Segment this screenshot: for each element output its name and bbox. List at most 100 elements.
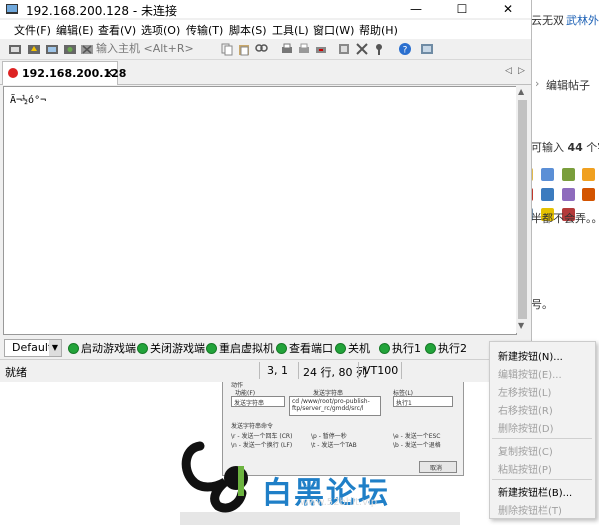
green-circle-icon — [206, 343, 217, 354]
connect-icon[interactable] — [8, 42, 22, 56]
status-cursor-pos: 3, 1 — [267, 364, 288, 377]
button-bar-select[interactable]: Default ▼ — [4, 339, 62, 357]
ctx-copy-button[interactable]: 复制按钮(C) — [498, 443, 553, 458]
reconnect-icon[interactable] — [63, 42, 77, 56]
dropdown-arrow-icon[interactable]: ▼ — [49, 340, 61, 356]
menu-tools[interactable]: 工具(L) — [272, 22, 309, 38]
global-options-icon[interactable] — [355, 42, 369, 56]
title-bar[interactable]: 192.168.200.128 - 未连接 — ☐ ✕ — [0, 0, 531, 18]
button-start-game[interactable]: 启动游戏端 — [68, 340, 136, 355]
status-bar: 就绪 3, 1 24 行, 80 列 VT100 — [0, 359, 531, 381]
ctx-move-right[interactable]: 右移按钮(R) — [498, 402, 553, 417]
disconnect-icon[interactable] — [80, 42, 94, 56]
terminal-area[interactable]: Ã¬½ó°¬ — [3, 86, 517, 335]
session-options-icon[interactable] — [337, 42, 351, 56]
bg-top-link[interactable]: 武林外传 — [566, 12, 599, 28]
bg-line-1: 半都不会弄。。 — [531, 212, 599, 225]
bg-input-hint: 可输入 44 个字符 — [531, 141, 599, 154]
button-bar-select-value: Default — [12, 341, 53, 354]
connect-tab-icon[interactable] — [45, 42, 59, 56]
button-exec-2[interactable]: 执行2 — [425, 340, 467, 355]
quick-connect-icon[interactable] — [27, 42, 41, 56]
button-shutdown[interactable]: 关机 — [335, 340, 370, 355]
scrollbar-thumb[interactable] — [518, 100, 527, 319]
securecrt-window: 192.168.200.128 - 未连接 — ☐ ✕ 文件(F) 编辑(E) … — [0, 0, 532, 382]
status-divider — [259, 362, 260, 379]
bg-line-2: 号。 — [531, 298, 553, 311]
ctx-move-left[interactable]: 左移按钮(L) — [498, 384, 551, 399]
window-title: 192.168.200.128 - 未连接 — [26, 4, 178, 18]
status-divider — [401, 362, 402, 379]
menu-bar: 文件(F) 编辑(E) 查看(V) 选项(O) 传输(T) 脚本(S) 工具(L… — [0, 20, 531, 39]
status-terminal-type: VT100 — [363, 364, 399, 377]
button-stop-game[interactable]: 关闭游戏端 — [137, 340, 205, 355]
paste-icon[interactable] — [237, 42, 251, 56]
bg-color-icon[interactable] — [582, 168, 596, 181]
ctx-separator — [492, 438, 592, 439]
ctx-separator — [492, 479, 592, 480]
copy-icon[interactable] — [220, 42, 234, 56]
green-circle-icon — [68, 343, 79, 354]
menu-view[interactable]: 查看(V) — [98, 22, 136, 38]
button-view-ports[interactable]: 查看端口 — [276, 340, 333, 355]
find-icon[interactable] — [254, 42, 268, 56]
chevron-right-icon: › — [535, 77, 540, 90]
watermark-url: www.52bhlt.vip — [300, 497, 378, 508]
maximize-button[interactable]: ☐ — [439, 0, 485, 18]
help-icon[interactable]: ? — [398, 42, 412, 56]
ctx-paste-button[interactable]: 粘贴按钮(P) — [498, 461, 552, 476]
disconnected-icon — [8, 68, 18, 78]
ctx-new-button[interactable]: 新建按钮(N)... — [498, 348, 563, 363]
shot-label-box: 执行1 — [393, 396, 453, 407]
app-icon — [6, 4, 18, 14]
menu-help[interactable]: 帮助(H) — [359, 22, 398, 38]
quote-icon[interactable] — [561, 188, 575, 201]
list-icon[interactable] — [540, 188, 554, 201]
print-icon[interactable] — [280, 42, 294, 56]
green-circle-icon — [379, 343, 390, 354]
menu-edit[interactable]: 编辑(E) — [56, 22, 94, 38]
print-setup-icon[interactable] — [297, 42, 311, 56]
shot-string-box: cd /www/root/pro-publish-ftp/server_rc/g… — [289, 396, 381, 416]
scroll-down-icon[interactable]: ▼ — [518, 321, 524, 330]
keymap-icon[interactable] — [372, 42, 386, 56]
bg-bottom-strip — [180, 512, 460, 525]
tab-bar: 192.168.200.128 ✕ ◁ ▷ — [0, 60, 531, 85]
ctx-new-button-bar[interactable]: 新建按钮栏(B)... — [498, 484, 572, 499]
tab-session[interactable]: 192.168.200.128 ✕ — [2, 61, 126, 85]
tab-close-icon[interactable]: ✕ — [104, 66, 114, 80]
sftp-icon[interactable] — [420, 42, 434, 56]
toolbar: 输入主机 <Alt+R> ? — [0, 39, 531, 60]
print-screen-icon[interactable] — [314, 42, 328, 56]
menu-window[interactable]: 窗口(W) — [313, 22, 354, 38]
table-icon[interactable] — [561, 168, 575, 181]
green-circle-icon — [276, 343, 287, 354]
shot-cancel-button: 取消 — [419, 461, 457, 473]
button-bar-context-menu: 新建按钮(N)... 编辑按钮(E)... 左移按钮(L) 右移按钮(R) 删除… — [489, 341, 596, 519]
format-icon[interactable] — [540, 168, 554, 181]
bg-breadcrumb[interactable]: 编辑帖子 — [546, 77, 590, 93]
host-input[interactable]: 输入主机 <Alt+R> — [96, 42, 210, 56]
ctx-edit-button[interactable]: 编辑按钮(E)... — [498, 366, 562, 381]
close-button[interactable]: ✕ — [485, 0, 531, 18]
button-bar: Default ▼ 启动游戏端 关闭游戏端 重启虚拟机 查看端口 关机 执行1 … — [0, 337, 531, 358]
status-divider — [358, 362, 359, 379]
green-circle-icon — [425, 343, 436, 354]
menu-file[interactable]: 文件(F) — [14, 22, 51, 38]
button-restart-vm[interactable]: 重启虚拟机 — [206, 340, 274, 355]
terminal-output: Ã¬½ó°¬ — [10, 95, 47, 106]
tab-scroll-right-icon[interactable]: ▷ — [518, 66, 525, 76]
menu-script[interactable]: 脚本(S) — [229, 22, 267, 38]
ctx-delete-button[interactable]: 删除按钮(D) — [498, 420, 554, 435]
status-divider — [298, 362, 299, 379]
scroll-up-icon[interactable]: ▲ — [518, 87, 524, 96]
menu-transfer[interactable]: 传输(T) — [186, 22, 223, 38]
menu-options[interactable]: 选项(O) — [141, 22, 180, 38]
tab-scroll-left-icon[interactable]: ◁ — [505, 66, 512, 76]
shot-send-section: 发送字符串命令 — [231, 423, 274, 430]
vertical-scrollbar[interactable]: ▲ ▼ — [516, 86, 529, 333]
minimize-button[interactable]: — — [393, 0, 439, 18]
ctx-delete-button-bar[interactable]: 删除按钮栏(T) — [498, 502, 562, 517]
button-exec-1[interactable]: 执行1 — [379, 340, 421, 355]
code-icon[interactable] — [582, 188, 596, 201]
